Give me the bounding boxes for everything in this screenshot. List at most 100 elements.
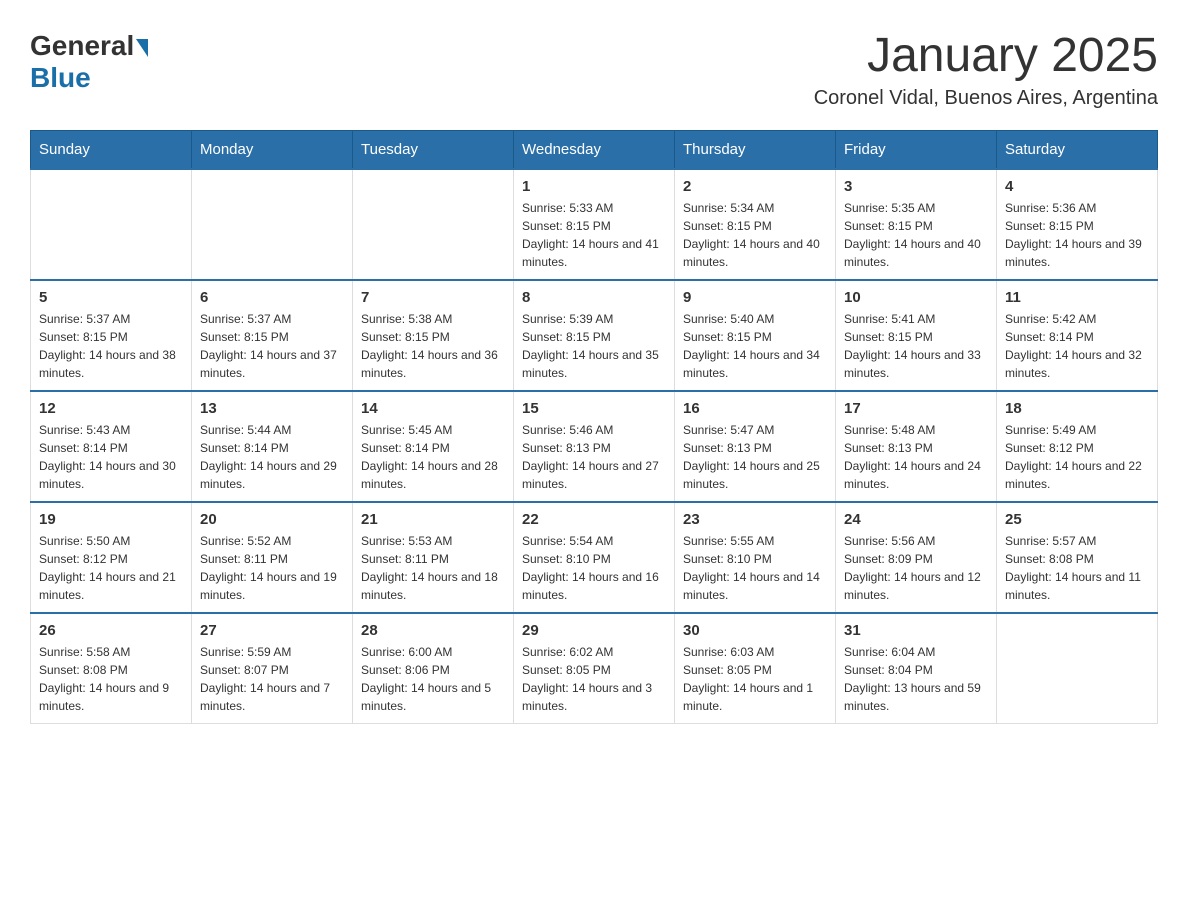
calendar-cell [192,169,353,280]
day-number: 4 [1005,178,1149,195]
location-subtitle: Coronel Vidal, Buenos Aires, Argentina [814,87,1158,110]
week-row-4: 19Sunrise: 5:50 AMSunset: 8:12 PMDayligh… [31,502,1158,613]
day-number: 12 [39,400,183,417]
day-number: 24 [844,511,988,528]
day-number: 10 [844,289,988,306]
week-row-2: 5 Sunrise: 5:37 AMSunset: 8:15 PMDaylight… [31,280,1158,391]
day-number: 1 [522,178,666,195]
day-number: 5 [39,289,183,306]
day-info: Sunrise: 6:00 AMSunset: 8:06 PMDaylight:… [361,643,505,715]
calendar-header-thursday: Thursday [675,130,836,169]
day-info: Sunrise: 5:37 AMSunset: 8:15 PMDaylight:… [39,310,183,382]
calendar-header-wednesday: Wednesday [514,130,675,169]
day-number: 6 [200,289,344,306]
day-number: 20 [200,511,344,528]
logo-general-text: General [30,30,134,62]
calendar-cell: 1 Sunrise: 5:33 AMSunset: 8:15 PMDaylight… [514,169,675,280]
calendar-cell: 16Sunrise: 5:47 AMSunset: 8:13 PMDayligh… [675,391,836,502]
day-info: Sunrise: 5:53 AMSunset: 8:11 PMDaylight:… [361,532,505,604]
calendar-cell: 26 Sunrise: 5:58 AMSunset: 8:08 PMDayligh… [31,613,192,724]
calendar-cell: 13Sunrise: 5:44 AMSunset: 8:14 PMDayligh… [192,391,353,502]
calendar-cell: 31 Sunrise: 6:04 AMSunset: 8:04 PMDayligh… [836,613,997,724]
day-number: 23 [683,511,827,528]
day-number: 8 [522,289,666,306]
day-number: 16 [683,400,827,417]
day-info: Sunrise: 5:41 AMSunset: 8:15 PMDaylight:… [844,310,988,382]
day-number: 3 [844,178,988,195]
day-info: Sunrise: 5:34 AMSunset: 8:15 PMDaylight:… [683,199,827,271]
day-number: 14 [361,400,505,417]
day-info: Sunrise: 5:58 AMSunset: 8:08 PMDaylight:… [39,643,183,715]
calendar-cell: 24 Sunrise: 5:56 AMSunset: 8:09 PMDayligh… [836,502,997,613]
page-header: General Blue January 2025 Coronel Vidal,… [30,30,1158,110]
calendar-cell: 25 Sunrise: 5:57 AMSunset: 8:08 PMDayligh… [997,502,1158,613]
calendar-cell: 9Sunrise: 5:40 AMSunset: 8:15 PMDaylight… [675,280,836,391]
calendar-cell: 17Sunrise: 5:48 AMSunset: 8:13 PMDayligh… [836,391,997,502]
day-number: 15 [522,400,666,417]
logo: General Blue [30,30,150,94]
day-number: 29 [522,622,666,639]
title-section: January 2025 Coronel Vidal, Buenos Aires… [814,30,1158,110]
calendar-cell: 27 Sunrise: 5:59 AMSunset: 8:07 PMDayligh… [192,613,353,724]
calendar-cell: 22Sunrise: 5:54 AMSunset: 8:10 PMDayligh… [514,502,675,613]
day-number: 31 [844,622,988,639]
day-number: 7 [361,289,505,306]
calendar-cell: 6 Sunrise: 5:37 AMSunset: 8:15 PMDaylight… [192,280,353,391]
day-info: Sunrise: 5:52 AMSunset: 8:11 PMDaylight:… [200,532,344,604]
day-info: Sunrise: 5:48 AMSunset: 8:13 PMDaylight:… [844,421,988,493]
calendar-header-row: SundayMondayTuesdayWednesdayThursdayFrid… [31,130,1158,169]
day-info: Sunrise: 6:04 AMSunset: 8:04 PMDaylight:… [844,643,988,715]
calendar-cell: 10 Sunrise: 5:41 AMSunset: 8:15 PMDayligh… [836,280,997,391]
calendar-table: SundayMondayTuesdayWednesdayThursdayFrid… [30,130,1158,724]
calendar-cell: 12 Sunrise: 5:43 AMSunset: 8:14 PMDayligh… [31,391,192,502]
calendar-header-sunday: Sunday [31,130,192,169]
day-info: Sunrise: 5:36 AMSunset: 8:15 PMDaylight:… [1005,199,1149,271]
calendar-cell: 4 Sunrise: 5:36 AMSunset: 8:15 PMDaylight… [997,169,1158,280]
calendar-cell: 5 Sunrise: 5:37 AMSunset: 8:15 PMDaylight… [31,280,192,391]
day-info: Sunrise: 5:56 AMSunset: 8:09 PMDaylight:… [844,532,988,604]
calendar-cell [997,613,1158,724]
week-row-5: 26 Sunrise: 5:58 AMSunset: 8:08 PMDayligh… [31,613,1158,724]
calendar-cell: 15 Sunrise: 5:46 AMSunset: 8:13 PMDayligh… [514,391,675,502]
day-info: Sunrise: 5:42 AMSunset: 8:14 PMDaylight:… [1005,310,1149,382]
day-info: Sunrise: 5:40 AMSunset: 8:15 PMDaylight:… [683,310,827,382]
day-info: Sunrise: 5:33 AMSunset: 8:15 PMDaylight:… [522,199,666,271]
day-info: Sunrise: 5:55 AMSunset: 8:10 PMDaylight:… [683,532,827,604]
day-info: Sunrise: 5:57 AMSunset: 8:08 PMDaylight:… [1005,532,1149,604]
calendar-cell: 7Sunrise: 5:38 AMSunset: 8:15 PMDaylight… [353,280,514,391]
calendar-cell: 11Sunrise: 5:42 AMSunset: 8:14 PMDayligh… [997,280,1158,391]
calendar-header-monday: Monday [192,130,353,169]
day-info: Sunrise: 5:44 AMSunset: 8:14 PMDaylight:… [200,421,344,493]
calendar-cell [353,169,514,280]
day-number: 27 [200,622,344,639]
calendar-cell: 14Sunrise: 5:45 AMSunset: 8:14 PMDayligh… [353,391,514,502]
day-info: Sunrise: 5:49 AMSunset: 8:12 PMDaylight:… [1005,421,1149,493]
logo-blue-text: Blue [30,62,91,93]
calendar-cell [31,169,192,280]
day-number: 26 [39,622,183,639]
calendar-cell: 29Sunrise: 6:02 AMSunset: 8:05 PMDayligh… [514,613,675,724]
day-info: Sunrise: 5:54 AMSunset: 8:10 PMDaylight:… [522,532,666,604]
week-row-3: 12 Sunrise: 5:43 AMSunset: 8:14 PMDayligh… [31,391,1158,502]
calendar-title: January 2025 [814,30,1158,83]
week-row-1: 1 Sunrise: 5:33 AMSunset: 8:15 PMDaylight… [31,169,1158,280]
calendar-cell: 19Sunrise: 5:50 AMSunset: 8:12 PMDayligh… [31,502,192,613]
day-info: Sunrise: 5:43 AMSunset: 8:14 PMDaylight:… [39,421,183,493]
day-number: 28 [361,622,505,639]
calendar-cell: 3 Sunrise: 5:35 AMSunset: 8:15 PMDaylight… [836,169,997,280]
calendar-cell: 28 Sunrise: 6:00 AMSunset: 8:06 PMDayligh… [353,613,514,724]
calendar-header-tuesday: Tuesday [353,130,514,169]
day-info: Sunrise: 5:59 AMSunset: 8:07 PMDaylight:… [200,643,344,715]
day-info: Sunrise: 5:37 AMSunset: 8:15 PMDaylight:… [200,310,344,382]
calendar-header-saturday: Saturday [997,130,1158,169]
calendar-header-friday: Friday [836,130,997,169]
calendar-cell: 30Sunrise: 6:03 AMSunset: 8:05 PMDayligh… [675,613,836,724]
calendar-cell: 8 Sunrise: 5:39 AMSunset: 8:15 PMDaylight… [514,280,675,391]
day-info: Sunrise: 5:46 AMSunset: 8:13 PMDaylight:… [522,421,666,493]
day-info: Sunrise: 5:35 AMSunset: 8:15 PMDaylight:… [844,199,988,271]
calendar-cell: 18Sunrise: 5:49 AMSunset: 8:12 PMDayligh… [997,391,1158,502]
day-info: Sunrise: 5:39 AMSunset: 8:15 PMDaylight:… [522,310,666,382]
day-number: 30 [683,622,827,639]
day-number: 19 [39,511,183,528]
day-number: 25 [1005,511,1149,528]
